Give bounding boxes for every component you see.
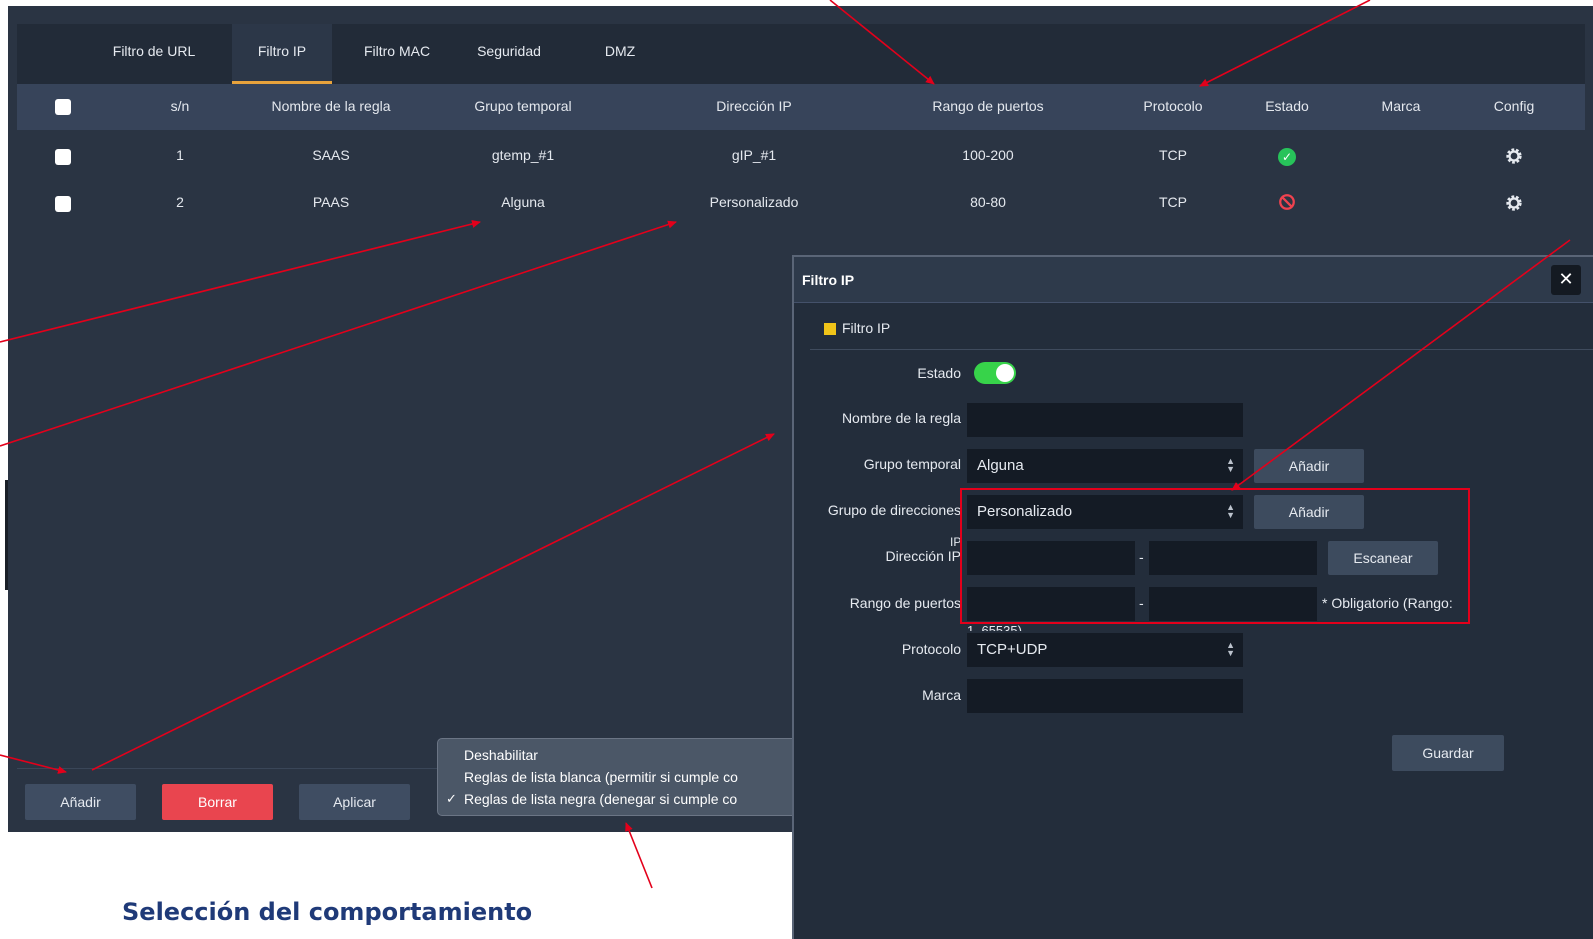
cell-ip: gIP_#1 bbox=[731, 147, 777, 163]
cell-sn: 1 bbox=[176, 147, 184, 163]
checkmark-icon: ✓ bbox=[446, 791, 457, 806]
col-ip: Dirección IP bbox=[716, 98, 792, 114]
select-arrows-icon: ▲ ▼ bbox=[1226, 456, 1235, 474]
filter-mode-menu: Deshabilitar Reglas de lista blanca (per… bbox=[437, 738, 797, 816]
table-row: 2 PAAS Alguna Personalizado 80-80 TCP bbox=[17, 181, 1585, 227]
highlight-box bbox=[960, 488, 1470, 624]
select-arrows-icon: ▲ ▼ bbox=[1226, 640, 1235, 658]
cell-time-group: gtemp_#1 bbox=[491, 147, 555, 163]
status-enabled-icon: ✓ bbox=[1278, 148, 1296, 166]
select-all-checkbox[interactable] bbox=[55, 99, 71, 115]
caption-text: Selección del comportamiento bbox=[122, 898, 533, 926]
rule-name-label: Nombre de la regla bbox=[841, 410, 961, 426]
required-note-overflow: 1–65535) bbox=[967, 623, 1022, 631]
delete-button[interactable]: Borrar bbox=[162, 784, 273, 820]
rule-name-input[interactable] bbox=[967, 403, 1243, 437]
dialog-title: Filtro IP bbox=[802, 272, 855, 288]
section-divider bbox=[810, 349, 1593, 350]
cell-ports: 80-80 bbox=[970, 194, 1006, 210]
tab-mac-filter[interactable]: Filtro MAC bbox=[347, 24, 447, 84]
protocol-label: Protocolo bbox=[901, 641, 961, 657]
add-time-group-button[interactable]: Añadir bbox=[1254, 449, 1364, 483]
ports-label: Rango de puertos bbox=[849, 595, 961, 611]
toggle-knob bbox=[996, 364, 1014, 382]
time-group-label: Grupo temporal bbox=[863, 456, 961, 472]
protocol-value: TCP+UDP bbox=[977, 641, 1048, 658]
tab-dmz[interactable]: DMZ bbox=[585, 24, 655, 84]
ip-label: Dirección IP bbox=[885, 548, 961, 564]
tab-url-filter[interactable]: Filtro de URL bbox=[99, 24, 209, 84]
menu-item-disable[interactable]: Deshabilitar bbox=[464, 747, 538, 763]
add-button[interactable]: Añadir bbox=[25, 784, 136, 820]
status-label: Estado bbox=[917, 365, 961, 381]
col-ports: Rango de puertos bbox=[932, 98, 1044, 114]
dialog-header: Filtro IP ✕ bbox=[794, 257, 1593, 303]
status-toggle[interactable] bbox=[974, 362, 1016, 384]
close-icon[interactable]: ✕ bbox=[1551, 265, 1581, 295]
col-config: Config bbox=[1493, 98, 1535, 114]
col-protocol: Protocolo bbox=[1143, 98, 1203, 114]
col-mark: Marca bbox=[1381, 98, 1421, 114]
gear-icon[interactable] bbox=[1505, 147, 1523, 165]
cell-ip: Personalizado bbox=[709, 194, 799, 210]
col-status: Estado bbox=[1265, 98, 1309, 114]
panel-edge bbox=[5, 480, 8, 590]
cell-protocol: TCP bbox=[1159, 194, 1187, 210]
table-row: 1 SAAS gtemp_#1 gIP_#1 100-200 TCP ✓ bbox=[17, 134, 1585, 180]
cell-time-group: Alguna bbox=[501, 194, 545, 210]
menu-item-blacklist[interactable]: Reglas de lista negra (denegar si cumple… bbox=[464, 791, 737, 807]
tab-ip-filter[interactable]: Filtro IP bbox=[232, 24, 332, 84]
col-sn: s/n bbox=[170, 98, 190, 114]
apply-button[interactable]: Aplicar bbox=[299, 784, 410, 820]
section-marker-icon bbox=[824, 323, 836, 335]
protocol-select[interactable]: TCP+UDP ▲ ▼ bbox=[967, 633, 1243, 667]
time-group-value: Alguna bbox=[977, 457, 1024, 474]
row-checkbox[interactable] bbox=[55, 149, 71, 165]
menu-item-whitelist[interactable]: Reglas de lista blanca (permitir si cump… bbox=[464, 769, 738, 785]
section-title: Filtro IP bbox=[842, 320, 891, 336]
save-button[interactable]: Guardar bbox=[1392, 735, 1504, 771]
gear-icon[interactable] bbox=[1505, 194, 1523, 212]
col-time-group: Grupo temporal bbox=[474, 98, 572, 114]
time-group-select[interactable]: Alguna ▲ ▼ bbox=[967, 449, 1243, 483]
cell-protocol: TCP bbox=[1159, 147, 1187, 163]
status-disabled-icon bbox=[1279, 194, 1295, 210]
col-rule-name: Nombre de la regla bbox=[271, 98, 391, 114]
table-header: s/n Nombre de la regla Grupo temporal Di… bbox=[17, 84, 1585, 130]
cell-ports: 100-200 bbox=[962, 147, 1014, 163]
cell-rule-name: SAAS bbox=[312, 147, 350, 163]
cell-rule-name: PAAS bbox=[312, 194, 350, 210]
mark-label: Marca bbox=[922, 687, 961, 703]
arrow-to-menu bbox=[625, 822, 653, 889]
mark-input[interactable] bbox=[967, 679, 1243, 713]
cell-sn: 2 bbox=[176, 194, 184, 210]
tab-security[interactable]: Seguridad bbox=[459, 24, 559, 84]
row-checkbox[interactable] bbox=[55, 196, 71, 212]
tab-bar: Filtro de URL Filtro IP Filtro MAC Segur… bbox=[17, 24, 1585, 84]
address-group-label: Grupo de direcciones bbox=[827, 502, 961, 518]
